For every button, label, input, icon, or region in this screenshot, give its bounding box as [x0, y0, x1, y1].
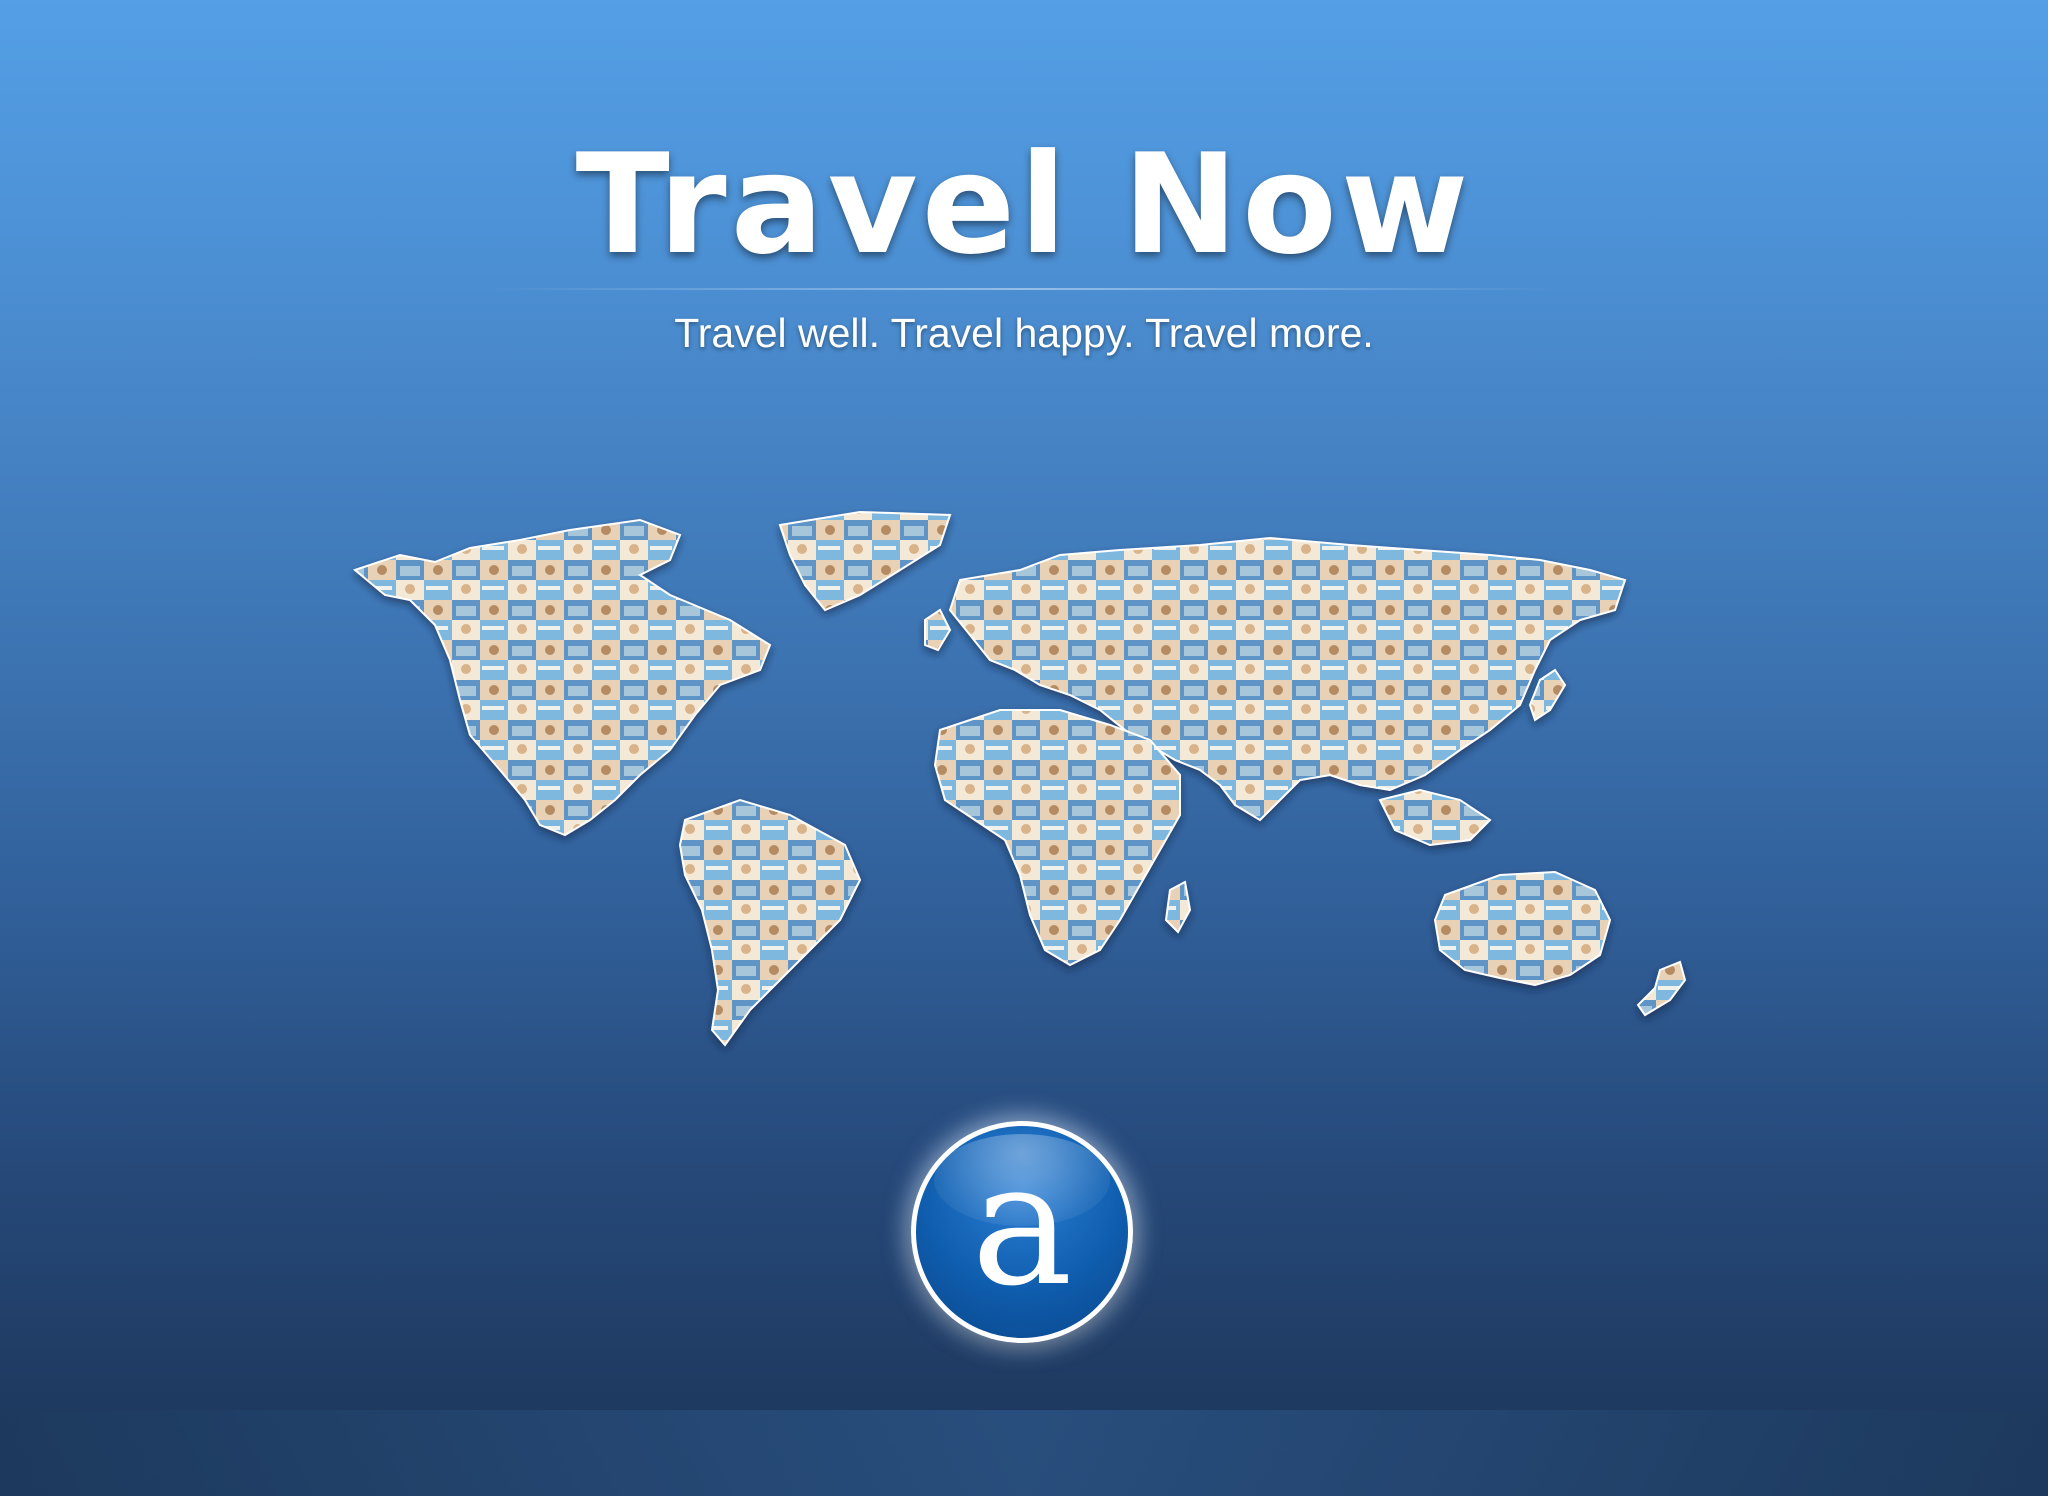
world-map-collage — [340, 500, 1710, 1060]
bottom-band — [0, 1410, 2048, 1496]
page-title: Travel Now — [575, 124, 1473, 285]
title-divider — [484, 288, 1564, 290]
australia-shape — [1433, 870, 1612, 987]
madagascar-shape — [1164, 880, 1192, 934]
logo-letter: a — [971, 1126, 1073, 1324]
tagline: Travel well. Travel happy. Travel more. — [674, 310, 1374, 356]
world-map-icon — [352, 510, 1687, 1047]
southeast-asia-shape — [1378, 788, 1492, 847]
logo: a — [911, 1121, 1133, 1343]
uk-shape — [924, 608, 952, 652]
north-america-shape — [352, 518, 772, 837]
new-zealand-shape — [1636, 960, 1687, 1017]
header: Travel Now Travel well. Travel happy. Tr… — [0, 130, 2048, 358]
south-america-shape — [678, 798, 862, 1047]
africa-shape — [933, 709, 1181, 967]
greenland-shape — [778, 510, 952, 612]
japan-shape — [1528, 668, 1567, 722]
